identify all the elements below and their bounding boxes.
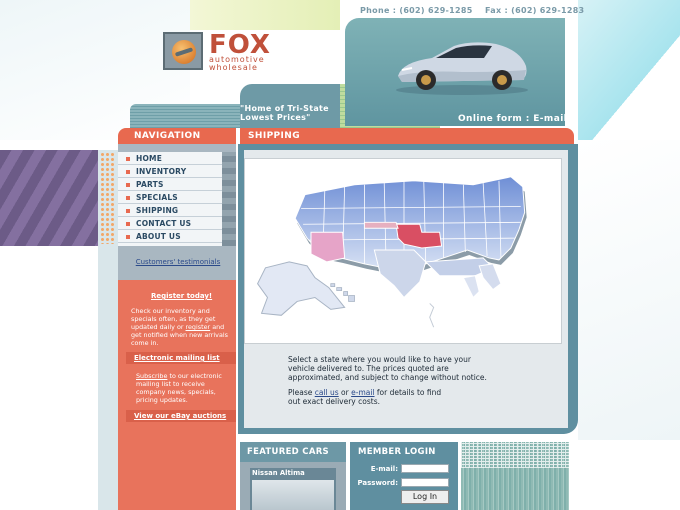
bullet-icon: [126, 235, 130, 239]
shipping-text-post: for details to find: [374, 388, 442, 397]
bullet-icon: [126, 209, 130, 213]
bg-right-cyan: [578, 0, 680, 140]
shipping-text-line: vehicle delivered to. The prices quoted …: [288, 364, 449, 373]
nav-item-label: CONTACT US: [136, 219, 192, 228]
mailing-text-line: pricing updates.: [136, 396, 188, 404]
mailing-text-line: Subscribe to our electronic: [136, 372, 236, 380]
nav-title: NAVIGATION: [118, 128, 236, 144]
bullet-icon: [126, 157, 130, 161]
email-label: E-mail:: [370, 465, 398, 473]
nav-item-label: PARTS: [136, 180, 164, 189]
register-text-pre: updated daily or: [131, 323, 186, 331]
tagline: "Home of Tri-State Lowest Prices": [240, 104, 340, 122]
register-link[interactable]: Register today!: [151, 292, 212, 300]
password-field[interactable]: [401, 478, 449, 487]
register-inline-link[interactable]: register: [186, 323, 211, 331]
tagline-line2: Lowest Prices": [240, 113, 311, 122]
phone-label: Phone :: [360, 6, 397, 15]
login-button[interactable]: Log In: [401, 490, 449, 504]
bg-right-lower-blue: [578, 140, 680, 440]
logo-subtitle: automotive wholesale: [209, 56, 265, 72]
shipping-text-line: Please call us or e-mail for details to …: [288, 388, 488, 397]
nav-item-shipping[interactable]: SHIPPING: [118, 205, 222, 217]
nav-item-label: ABOUT US: [136, 232, 181, 241]
email-link[interactable]: e-mail: [351, 388, 374, 397]
shipping-title: SHIPPING: [240, 128, 574, 144]
register-text-line: specials often, as they get: [131, 315, 216, 323]
mailing-text-line: mailing list to receive: [136, 380, 205, 388]
us-map-panel: [244, 158, 562, 344]
featured-car-name: Nissan Altima: [252, 469, 305, 477]
bg-header-teal-steps: [130, 104, 240, 128]
register-text-line: Check our inventory and: [131, 307, 210, 315]
register-text-line: updated daily or register and: [131, 323, 233, 331]
nav-item-contact-us[interactable]: CONTACT US: [118, 218, 222, 230]
nav-side-stripes: [222, 152, 236, 246]
nav-item-label: HOME: [136, 154, 163, 163]
register-text-line: come in.: [131, 339, 159, 347]
bullet-icon: [126, 183, 130, 187]
bullet-icon: [126, 170, 130, 174]
featured-cars-title: FEATURED CARS: [240, 442, 346, 462]
testimonials-link[interactable]: Customers' testimonials: [128, 258, 228, 266]
nav-item-specials[interactable]: SPECIALS: [118, 192, 222, 204]
featured-car-card[interactable]: Nissan Altima: [250, 468, 336, 510]
register-text-line: get notified when new arrivals: [131, 331, 228, 339]
register-text-post: and: [210, 323, 225, 331]
bg-dots: [100, 152, 114, 244]
nav-list: HOME INVENTORY PARTS SPECIALS SHIPPING C…: [118, 152, 222, 246]
ebay-auctions-link[interactable]: View our eBay auctions: [134, 412, 226, 420]
fox-logo[interactable]: FOX automotive wholesale: [163, 30, 283, 72]
us-map[interactable]: [245, 159, 561, 343]
mailing-text-line: company news, specials,: [136, 388, 216, 396]
mailing-list-title-link[interactable]: Electronic mailing list: [134, 354, 220, 362]
mailing-text-part: to our electronic: [167, 372, 222, 380]
mailing-text: Subscribe to our electronic mailing list…: [136, 372, 236, 404]
tagline-line1: "Home of Tri-State: [240, 104, 329, 113]
shipping-text-line: approximated, and subject to change with…: [288, 373, 487, 382]
decorative-pattern-panel: [461, 442, 569, 510]
register-text: Check our inventory and specials often, …: [131, 307, 233, 347]
shipping-text-line: Select a state where you would like to h…: [288, 355, 471, 364]
nav-item-parts[interactable]: PARTS: [118, 179, 222, 191]
shipping-text-pre: Please: [288, 388, 315, 397]
bg-left-purple-stripes: [0, 150, 98, 246]
shipping-text-mid: or: [338, 388, 352, 397]
bullet-icon: [126, 222, 130, 226]
phone-number: (602) 629-1285: [399, 6, 473, 15]
logo-subtitle-line2: wholesale: [209, 63, 258, 72]
shipping-instructions: Select a state where you would like to h…: [288, 355, 488, 406]
fax-number: (602) 629-1283: [511, 6, 585, 15]
fax-label: Fax :: [485, 6, 509, 15]
bullet-icon: [126, 196, 130, 200]
shipping-text-line: out exact delivery costs.: [288, 397, 380, 406]
nav-item-home[interactable]: HOME: [118, 153, 222, 165]
header-car-image: [396, 42, 528, 95]
nav-item-about-us[interactable]: ABOUT US: [118, 231, 222, 243]
nav-item-label: SPECIALS: [136, 193, 178, 202]
nav-item-inventory[interactable]: INVENTORY: [118, 166, 222, 178]
contact-phone-fax: Phone : (602) 629-1285 Fax : (602) 629-1…: [360, 6, 584, 15]
featured-car-photo: [252, 480, 334, 510]
call-us-link[interactable]: call us: [315, 388, 339, 397]
nav-item-label: SHIPPING: [136, 206, 179, 215]
online-form-email-link[interactable]: Online form : E-mail: [458, 114, 567, 124]
subscribe-link[interactable]: Subscribe: [136, 372, 167, 380]
password-label: Password:: [357, 479, 398, 487]
email-field[interactable]: [401, 464, 449, 473]
bg-top-lime: [190, 0, 340, 30]
fox-logo-icon: [163, 32, 203, 70]
member-login-title: MEMBER LOGIN: [350, 442, 458, 462]
nav-item-label: INVENTORY: [136, 167, 187, 176]
